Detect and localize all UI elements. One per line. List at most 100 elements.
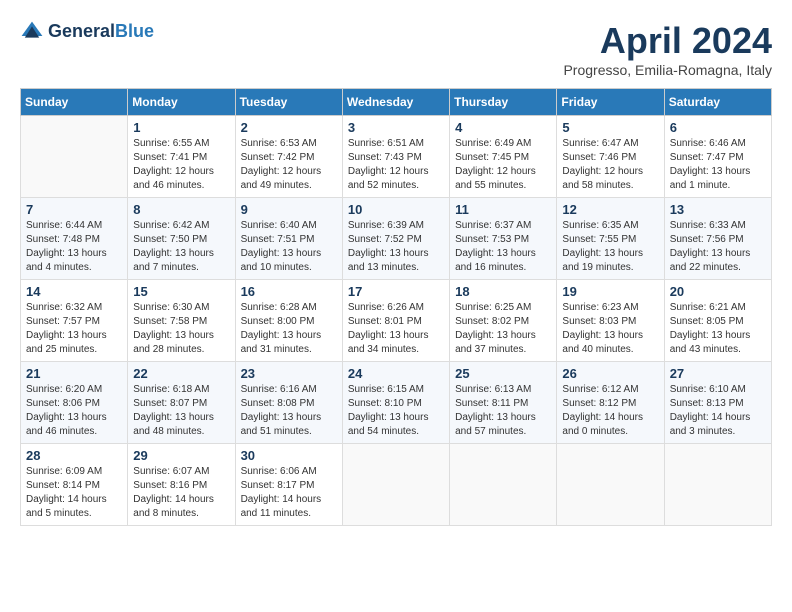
calendar-cell: 20 Sunrise: 6:21 AMSunset: 8:05 PMDaylig… — [664, 280, 771, 362]
day-detail: Sunrise: 6:28 AMSunset: 8:00 PMDaylight:… — [241, 301, 337, 357]
day-detail: Sunrise: 6:26 AMSunset: 8:01 PMDaylight:… — [348, 301, 444, 357]
month-title: April 2024 — [563, 20, 772, 62]
location-subtitle: Progresso, Emilia-Romagna, Italy — [563, 62, 772, 78]
calendar-cell: 12 Sunrise: 6:35 AMSunset: 7:55 PMDaylig… — [557, 198, 664, 280]
calendar-table: SundayMondayTuesdayWednesdayThursdayFrid… — [20, 88, 772, 526]
calendar-cell: 22 Sunrise: 6:18 AMSunset: 8:07 PMDaylig… — [128, 362, 235, 444]
weekday-header: Thursday — [450, 89, 557, 116]
calendar-cell — [557, 444, 664, 526]
calendar-cell: 24 Sunrise: 6:15 AMSunset: 8:10 PMDaylig… — [342, 362, 449, 444]
calendar-cell — [342, 444, 449, 526]
calendar-cell: 17 Sunrise: 6:26 AMSunset: 8:01 PMDaylig… — [342, 280, 449, 362]
day-detail: Sunrise: 6:47 AMSunset: 7:46 PMDaylight:… — [562, 137, 658, 193]
day-detail: Sunrise: 6:10 AMSunset: 8:13 PMDaylight:… — [670, 383, 766, 439]
day-number: 3 — [348, 120, 444, 135]
calendar-cell: 16 Sunrise: 6:28 AMSunset: 8:00 PMDaylig… — [235, 280, 342, 362]
calendar-cell: 18 Sunrise: 6:25 AMSunset: 8:02 PMDaylig… — [450, 280, 557, 362]
logo-text-general: GeneralBlue — [48, 22, 154, 42]
day-detail: Sunrise: 6:16 AMSunset: 8:08 PMDaylight:… — [241, 383, 337, 439]
day-number: 11 — [455, 202, 551, 217]
day-detail: Sunrise: 6:55 AMSunset: 7:41 PMDaylight:… — [133, 137, 229, 193]
logo-icon — [20, 20, 44, 44]
calendar-cell — [21, 116, 128, 198]
logo-blue: Blue — [115, 21, 154, 41]
day-number: 8 — [133, 202, 229, 217]
title-area: April 2024 Progresso, Emilia-Romagna, It… — [563, 20, 772, 78]
day-number: 10 — [348, 202, 444, 217]
calendar-cell: 23 Sunrise: 6:16 AMSunset: 8:08 PMDaylig… — [235, 362, 342, 444]
calendar-cell: 19 Sunrise: 6:23 AMSunset: 8:03 PMDaylig… — [557, 280, 664, 362]
day-detail: Sunrise: 6:06 AMSunset: 8:17 PMDaylight:… — [241, 465, 337, 521]
day-number: 6 — [670, 120, 766, 135]
day-detail: Sunrise: 6:46 AMSunset: 7:47 PMDaylight:… — [670, 137, 766, 193]
day-detail: Sunrise: 6:15 AMSunset: 8:10 PMDaylight:… — [348, 383, 444, 439]
day-number: 25 — [455, 366, 551, 381]
day-number: 21 — [26, 366, 122, 381]
day-number: 27 — [670, 366, 766, 381]
day-detail: Sunrise: 6:53 AMSunset: 7:42 PMDaylight:… — [241, 137, 337, 193]
logo: GeneralBlue — [20, 20, 154, 44]
day-detail: Sunrise: 6:39 AMSunset: 7:52 PMDaylight:… — [348, 219, 444, 275]
day-number: 29 — [133, 448, 229, 463]
calendar-cell: 5 Sunrise: 6:47 AMSunset: 7:46 PMDayligh… — [557, 116, 664, 198]
calendar-week-row: 21 Sunrise: 6:20 AMSunset: 8:06 PMDaylig… — [21, 362, 772, 444]
calendar-cell: 7 Sunrise: 6:44 AMSunset: 7:48 PMDayligh… — [21, 198, 128, 280]
day-number: 18 — [455, 284, 551, 299]
calendar-cell: 15 Sunrise: 6:30 AMSunset: 7:58 PMDaylig… — [128, 280, 235, 362]
day-number: 16 — [241, 284, 337, 299]
calendar-cell — [664, 444, 771, 526]
calendar-cell: 28 Sunrise: 6:09 AMSunset: 8:14 PMDaylig… — [21, 444, 128, 526]
day-detail: Sunrise: 6:20 AMSunset: 8:06 PMDaylight:… — [26, 383, 122, 439]
day-number: 4 — [455, 120, 551, 135]
day-number: 1 — [133, 120, 229, 135]
day-number: 15 — [133, 284, 229, 299]
calendar-week-row: 7 Sunrise: 6:44 AMSunset: 7:48 PMDayligh… — [21, 198, 772, 280]
day-number: 13 — [670, 202, 766, 217]
weekday-header-row: SundayMondayTuesdayWednesdayThursdayFrid… — [21, 89, 772, 116]
day-detail: Sunrise: 6:35 AMSunset: 7:55 PMDaylight:… — [562, 219, 658, 275]
day-number: 22 — [133, 366, 229, 381]
day-detail: Sunrise: 6:49 AMSunset: 7:45 PMDaylight:… — [455, 137, 551, 193]
calendar-cell: 25 Sunrise: 6:13 AMSunset: 8:11 PMDaylig… — [450, 362, 557, 444]
calendar-cell: 27 Sunrise: 6:10 AMSunset: 8:13 PMDaylig… — [664, 362, 771, 444]
calendar-cell: 29 Sunrise: 6:07 AMSunset: 8:16 PMDaylig… — [128, 444, 235, 526]
day-detail: Sunrise: 6:21 AMSunset: 8:05 PMDaylight:… — [670, 301, 766, 357]
calendar-week-row: 14 Sunrise: 6:32 AMSunset: 7:57 PMDaylig… — [21, 280, 772, 362]
day-number: 30 — [241, 448, 337, 463]
day-detail: Sunrise: 6:44 AMSunset: 7:48 PMDaylight:… — [26, 219, 122, 275]
weekday-header: Saturday — [664, 89, 771, 116]
day-detail: Sunrise: 6:13 AMSunset: 8:11 PMDaylight:… — [455, 383, 551, 439]
day-detail: Sunrise: 6:51 AMSunset: 7:43 PMDaylight:… — [348, 137, 444, 193]
day-number: 2 — [241, 120, 337, 135]
calendar-cell: 8 Sunrise: 6:42 AMSunset: 7:50 PMDayligh… — [128, 198, 235, 280]
calendar-cell: 13 Sunrise: 6:33 AMSunset: 7:56 PMDaylig… — [664, 198, 771, 280]
day-detail: Sunrise: 6:37 AMSunset: 7:53 PMDaylight:… — [455, 219, 551, 275]
day-detail: Sunrise: 6:33 AMSunset: 7:56 PMDaylight:… — [670, 219, 766, 275]
calendar-cell: 10 Sunrise: 6:39 AMSunset: 7:52 PMDaylig… — [342, 198, 449, 280]
day-detail: Sunrise: 6:42 AMSunset: 7:50 PMDaylight:… — [133, 219, 229, 275]
weekday-header: Sunday — [21, 89, 128, 116]
weekday-header: Monday — [128, 89, 235, 116]
calendar-week-row: 1 Sunrise: 6:55 AMSunset: 7:41 PMDayligh… — [21, 116, 772, 198]
day-number: 24 — [348, 366, 444, 381]
weekday-header: Wednesday — [342, 89, 449, 116]
day-number: 5 — [562, 120, 658, 135]
day-detail: Sunrise: 6:25 AMSunset: 8:02 PMDaylight:… — [455, 301, 551, 357]
calendar-cell: 4 Sunrise: 6:49 AMSunset: 7:45 PMDayligh… — [450, 116, 557, 198]
day-detail: Sunrise: 6:23 AMSunset: 8:03 PMDaylight:… — [562, 301, 658, 357]
calendar-cell: 1 Sunrise: 6:55 AMSunset: 7:41 PMDayligh… — [128, 116, 235, 198]
weekday-header: Friday — [557, 89, 664, 116]
day-number: 20 — [670, 284, 766, 299]
calendar-cell — [450, 444, 557, 526]
calendar-cell: 11 Sunrise: 6:37 AMSunset: 7:53 PMDaylig… — [450, 198, 557, 280]
day-detail: Sunrise: 6:30 AMSunset: 7:58 PMDaylight:… — [133, 301, 229, 357]
calendar-cell: 2 Sunrise: 6:53 AMSunset: 7:42 PMDayligh… — [235, 116, 342, 198]
day-detail: Sunrise: 6:18 AMSunset: 8:07 PMDaylight:… — [133, 383, 229, 439]
day-number: 12 — [562, 202, 658, 217]
calendar-cell: 21 Sunrise: 6:20 AMSunset: 8:06 PMDaylig… — [21, 362, 128, 444]
day-number: 28 — [26, 448, 122, 463]
day-detail: Sunrise: 6:12 AMSunset: 8:12 PMDaylight:… — [562, 383, 658, 439]
calendar-cell: 14 Sunrise: 6:32 AMSunset: 7:57 PMDaylig… — [21, 280, 128, 362]
calendar-cell: 6 Sunrise: 6:46 AMSunset: 7:47 PMDayligh… — [664, 116, 771, 198]
calendar-cell: 26 Sunrise: 6:12 AMSunset: 8:12 PMDaylig… — [557, 362, 664, 444]
